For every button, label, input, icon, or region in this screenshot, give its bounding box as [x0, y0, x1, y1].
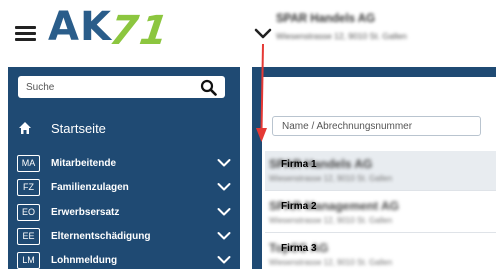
current-company-address: Wiesenstrasse 12, 9010 St. Gallen	[276, 31, 407, 41]
sidebar-item-erwerbsersatz[interactable]: EO Erwerbsersatz	[17, 204, 231, 223]
logo-number: 71	[106, 8, 173, 54]
sidebar-item-label: Elternentschädigung	[51, 231, 151, 242]
chevron-down-icon[interactable]	[217, 231, 231, 241]
row-divider	[265, 232, 496, 233]
chevron-down-icon[interactable]	[217, 255, 231, 265]
sidebar-item-familienzulagen[interactable]: FZ Familienzulagen	[17, 179, 231, 198]
company-address: Wiesenstrasse 12, 9010 St. Gallen	[269, 174, 393, 183]
company-row-3[interactable]: TopCC AG Wiesenstrasse 12, 9010 St. Gall…	[265, 235, 496, 275]
sidebar-item-label: Startseite	[51, 121, 106, 136]
company-label: Firma 3	[281, 243, 317, 254]
logo-letters: AK	[48, 4, 112, 50]
chevron-down-icon[interactable]	[217, 207, 231, 217]
current-company-name: SPAR Handels AG	[276, 13, 376, 25]
sidebar-item-label: Lohnmeldung	[51, 255, 118, 266]
hamburger-menu-icon[interactable]	[15, 26, 36, 41]
sidebar-item-mitarbeitende[interactable]: MA Mitarbeitende	[17, 155, 231, 174]
company-filter-input[interactable]	[272, 116, 481, 136]
search-input[interactable]	[18, 76, 196, 98]
search-box	[18, 76, 225, 98]
chevron-down-icon[interactable]	[217, 182, 231, 192]
company-row-2[interactable]: SPAR Management AG Wiesenstrasse 12, 901…	[265, 193, 496, 233]
sidebar-item-badge: EE	[17, 228, 40, 245]
app-header: AK 71 SPAR Handels AG Wiesenstrasse 12, …	[0, 0, 496, 64]
ak71-logo[interactable]: AK 71	[48, 2, 178, 62]
sidebar-item-label: Mitarbeitende	[51, 158, 117, 169]
sidebar-item-badge: MA	[17, 155, 40, 172]
chevron-down-icon[interactable]	[217, 158, 231, 168]
sidebar-item-badge: LM	[17, 252, 40, 269]
company-address: Wiesenstrasse 12, 9010 St. Gallen	[269, 216, 393, 225]
search-icon[interactable]	[200, 79, 217, 96]
sidebar-item-home[interactable]: Startseite	[18, 119, 233, 139]
chevron-down-icon[interactable]	[252, 24, 274, 42]
sidebar: Startseite MA Mitarbeitende FZ Familienz…	[8, 67, 240, 269]
company-row-1[interactable]: SPAR Handels AG Wiesenstrasse 12, 9010 S…	[265, 151, 496, 191]
home-icon	[19, 122, 31, 134]
sidebar-item-label: Erwerbsersatz	[51, 207, 120, 218]
sidebar-item-badge: EO	[17, 204, 40, 221]
company-address: Wiesenstrasse 12, 9010 St. Gallen	[269, 258, 393, 267]
company-label: Firma 2	[281, 201, 317, 212]
company-label: Firma 1	[281, 159, 317, 170]
sidebar-item-label: Familienzulagen	[51, 182, 129, 193]
sidebar-item-badge: FZ	[17, 179, 40, 196]
sidebar-item-lohnmeldung[interactable]: LM Lohnmeldung	[17, 252, 231, 271]
sidebar-item-elternentschaedigung[interactable]: EE Elternentschädigung	[17, 228, 231, 247]
row-divider	[265, 190, 496, 191]
